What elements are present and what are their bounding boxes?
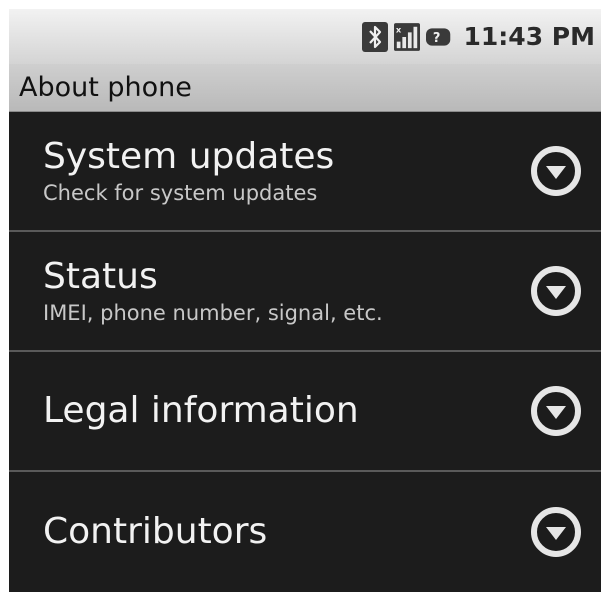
expand-circle-icon — [531, 507, 581, 557]
clock: 11:43 PM — [463, 22, 595, 51]
item-summary: Check for system updates — [43, 181, 318, 205]
title-bar: About phone — [9, 64, 601, 112]
expand-circle-icon — [531, 266, 581, 316]
list-item-system-updates[interactable]: System updates Check for system updates — [9, 112, 601, 232]
item-title: Status — [43, 256, 158, 297]
item-title: Contributors — [43, 511, 268, 552]
status-bar: x ? 11:43 PM — [9, 9, 601, 64]
signal-icon: x — [393, 22, 420, 52]
list-item-contributors[interactable]: Contributors — [9, 472, 601, 592]
bluetooth-icon — [361, 21, 388, 52]
item-title: Legal information — [43, 390, 359, 431]
expand-circle-icon — [531, 146, 581, 196]
phone-screen: x ? 11:43 PM About phone System updates … — [9, 9, 601, 592]
settings-list: System updates Check for system updates … — [9, 112, 601, 592]
svg-text:x: x — [395, 24, 401, 34]
list-item-status[interactable]: Status IMEI, phone number, signal, etc. — [9, 232, 601, 352]
expand-circle-icon — [531, 386, 581, 436]
item-summary: IMEI, phone number, signal, etc. — [43, 301, 383, 325]
list-item-legal-information[interactable]: Legal information — [9, 352, 601, 472]
item-title: System updates — [43, 136, 335, 177]
battery-unknown-icon: ? — [425, 22, 452, 52]
svg-text:?: ? — [432, 31, 440, 46]
page-title: About phone — [19, 72, 192, 103]
